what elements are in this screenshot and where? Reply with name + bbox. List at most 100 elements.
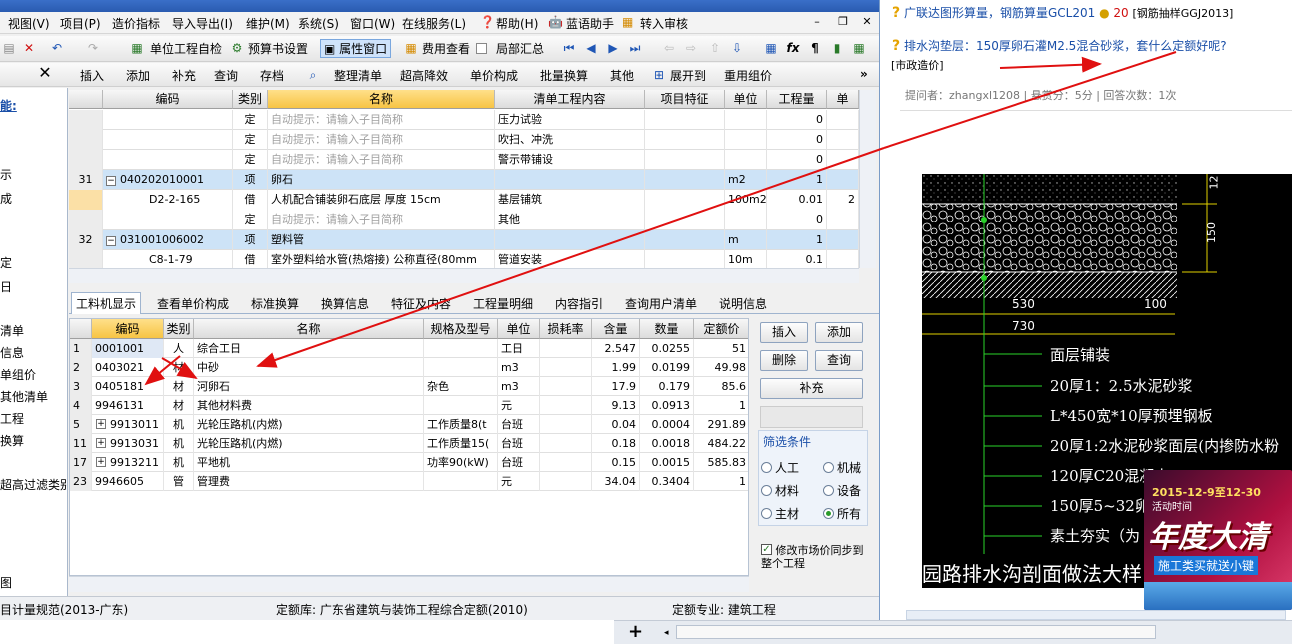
query-menu[interactable]: 查询 xyxy=(214,67,238,84)
table-cell-content[interactable]: 0.15 xyxy=(592,453,640,472)
insert-button[interactable]: 插入 xyxy=(760,322,808,343)
close-panel-icon[interactable]: ✕ xyxy=(38,65,52,81)
collapse-icon[interactable]: − xyxy=(106,176,116,186)
table-cell-no[interactable]: 4 xyxy=(70,396,92,415)
nav-item[interactable]: 工程 xyxy=(0,410,24,427)
supplement-menu[interactable]: 补充 xyxy=(172,67,196,84)
unit-price-menu[interactable]: 单价构成 xyxy=(470,67,518,84)
fee-view-button[interactable]: 费用查看 xyxy=(422,40,470,57)
table-cell-spec[interactable] xyxy=(424,472,498,491)
table-cell-unit[interactable]: m xyxy=(725,230,767,250)
table-cell-code[interactable] xyxy=(103,130,233,150)
next-icon[interactable]: ▶ xyxy=(606,41,620,55)
table-cell-no[interactable] xyxy=(69,190,103,210)
table-cell-no[interactable]: 5 xyxy=(70,415,92,434)
table-cell-price[interactable]: 585.83 xyxy=(694,453,748,472)
paste-icon[interactable]: ▤ xyxy=(2,41,16,55)
tab-quantity-detail[interactable]: 工程量明细 xyxy=(473,295,533,312)
table-cell-spec[interactable]: 工作质量8(t xyxy=(424,415,498,434)
table-row[interactable]: 23 9946605 管管理费 元 34.04 0.3404 1 xyxy=(70,472,748,491)
grid2-horizontal-scrollbar[interactable] xyxy=(69,576,749,592)
question-1[interactable]: ? 广联达图形算量，钢筋算量GCL201 ● 20 [钢筋抽样GGJ2013] xyxy=(892,4,1233,21)
column-header[interactable]: 损耗率 xyxy=(540,319,592,339)
table-cell-content[interactable]: 0.04 xyxy=(592,415,640,434)
table-cell-name[interactable]: 河卵石 xyxy=(194,377,424,396)
table-cell-no[interactable] xyxy=(69,110,103,130)
table-cell-name[interactable]: 自动提示：请输入子目简称 xyxy=(268,130,495,150)
table-cell-code[interactable]: D2-2-165 xyxy=(103,190,233,210)
table-cell-price[interactable]: 484.22 xyxy=(694,434,748,453)
tab-materials[interactable]: 工料机显示 xyxy=(71,292,142,314)
table-cell-extra[interactable] xyxy=(827,170,859,190)
column-header[interactable]: 数量 xyxy=(640,319,694,339)
table-cell-feature[interactable] xyxy=(645,190,725,210)
table-cell-code[interactable] xyxy=(103,150,233,170)
table-cell-code[interactable]: C8-1-79 xyxy=(103,250,233,268)
table-cell-unit[interactable] xyxy=(725,210,767,230)
menu-cost-index[interactable]: 造价指标 xyxy=(112,15,160,32)
prev-icon[interactable]: ◀ xyxy=(584,41,598,55)
table-cell-unit[interactable]: 台班 xyxy=(498,415,540,434)
table-cell-content[interactable]: 警示带铺设 xyxy=(495,150,645,170)
binoculars-icon[interactable]: ⌕ xyxy=(306,68,320,82)
other-menu[interactable]: 其他 xyxy=(610,67,634,84)
menu-maintain[interactable]: 维护(M) xyxy=(246,15,290,32)
move-right-icon[interactable]: ⇨ xyxy=(684,41,698,55)
table-cell-unit[interactable]: m2 xyxy=(725,170,767,190)
nav-item[interactable]: 日 xyxy=(0,278,12,295)
scroll-left-icon[interactable]: ◂ xyxy=(664,628,674,638)
table-cell-qty[interactable]: 0.0004 xyxy=(640,415,694,434)
table-cell-qty[interactable]: 0.01 xyxy=(767,190,827,210)
menu-window[interactable]: 窗口(W) xyxy=(350,15,395,32)
filter-material-radio[interactable]: 材料 xyxy=(761,482,799,499)
table-cell-spec[interactable] xyxy=(424,358,498,377)
table-cell-code[interactable]: 0001001 xyxy=(92,339,164,358)
table-row[interactable]: 32 −031001006002 项 塑料管 m 1 xyxy=(69,230,859,250)
table-cell-type[interactable]: 材 xyxy=(164,358,194,377)
table-cell-extra[interactable] xyxy=(827,130,859,150)
table-cell-content[interactable]: 基层铺筑 xyxy=(495,190,645,210)
undo-icon[interactable]: ↶ xyxy=(50,41,64,55)
table-cell-feature[interactable] xyxy=(645,150,725,170)
add-menu[interactable]: 添加 xyxy=(126,67,150,84)
menu-system[interactable]: 系统(S) xyxy=(298,15,339,32)
filter-all-radio[interactable]: 所有 xyxy=(823,505,861,522)
nav-item[interactable]: 定 xyxy=(0,254,12,271)
table-cell-code[interactable]: 9913211 xyxy=(92,453,164,472)
table-cell-code[interactable]: 9946131 xyxy=(92,396,164,415)
table-cell-price[interactable]: 49.98 xyxy=(694,358,748,377)
table-cell-qty[interactable]: 0.179 xyxy=(640,377,694,396)
table-cell-name[interactable]: 平地机 xyxy=(194,453,424,472)
question-1-tag[interactable]: [钢筋抽样GGJ2013] xyxy=(1132,7,1233,20)
menu-import-export[interactable]: 导入导出(I) xyxy=(172,15,233,32)
reuse-price-menu[interactable]: 重用组价 xyxy=(724,67,772,84)
table-cell-content[interactable]: 2.547 xyxy=(592,339,640,358)
table-cell-type[interactable]: 定 xyxy=(233,110,268,130)
column-header[interactable]: 名称 xyxy=(268,90,495,109)
table-row[interactable]: +17 9913211 机平地机 功率90(kW) 台班 0.15 0.0015 585.83 xyxy=(70,453,748,472)
table-row[interactable]: 定 自动提示：请输入子目简称 压力试验 0 xyxy=(69,110,859,130)
height-reduction-menu[interactable]: 超高降效 xyxy=(400,67,448,84)
table-cell-name[interactable]: 自动提示：请输入子目简称 xyxy=(268,150,495,170)
table-cell-unit[interactable]: 台班 xyxy=(498,453,540,472)
table-cell-code[interactable]: 9913031 xyxy=(92,434,164,453)
tab-user-list[interactable]: 查询用户清单 xyxy=(625,295,697,312)
table-cell-type[interactable]: 材 xyxy=(164,396,194,415)
table-cell-content[interactable]: 管道安装 xyxy=(495,250,645,268)
column-header[interactable]: 编码 xyxy=(103,90,233,109)
expand-to-menu[interactable]: 展开到 xyxy=(670,67,706,84)
table-cell-feature[interactable] xyxy=(645,170,725,190)
column-header[interactable]: 定额价 xyxy=(694,319,748,339)
query-button[interactable]: 查询 xyxy=(815,350,863,371)
tab-price-breakdown[interactable]: 查看单价构成 xyxy=(157,295,229,312)
table-row[interactable]: 2 0403021 材中砂 m3 1.99 0.0199 49.98 xyxy=(70,358,748,377)
nav-item[interactable]: 信息 xyxy=(0,344,24,361)
filter-machine-radio[interactable]: 机械 xyxy=(823,459,861,476)
filter-equipment-radio[interactable]: 设备 xyxy=(823,482,861,499)
nav-item[interactable]: 清单 xyxy=(0,322,24,339)
table-cell-content[interactable]: 9.13 xyxy=(592,396,640,415)
promo-banner[interactable]: 2015-12-9至12-30 活动时间 年度大清 施工类买就送小键 xyxy=(1144,470,1292,610)
table-cell-no[interactable]: 23 xyxy=(70,472,92,491)
delete-button[interactable]: 删除 xyxy=(760,350,808,371)
table-cell-loss[interactable] xyxy=(540,415,592,434)
